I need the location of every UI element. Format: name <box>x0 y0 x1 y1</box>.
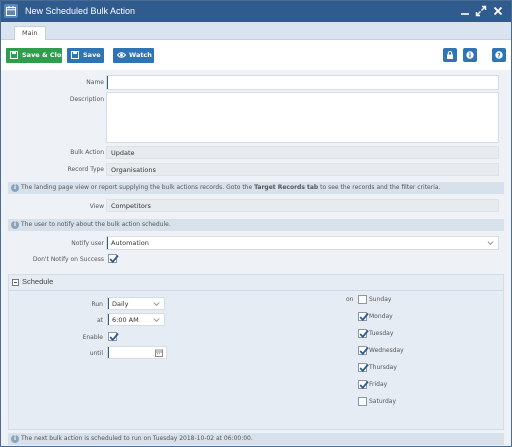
save-close-label: Save & Close <box>22 51 70 59</box>
tab-strip: Main <box>1 22 511 40</box>
lock-icon <box>447 51 453 59</box>
enable-checkbox[interactable] <box>108 332 119 342</box>
focus-indicator <box>108 347 109 358</box>
svg-text:?: ? <box>497 52 501 59</box>
chevron-down-icon <box>487 241 494 245</box>
record-type-value: Organisations <box>106 163 499 176</box>
landing-info-pre: The landing page view or report supplyin… <box>21 184 255 191</box>
save-label: Save <box>83 51 101 59</box>
schedule-header: Schedule <box>22 277 54 286</box>
info-icon: i <box>11 435 19 443</box>
at-label: at <box>96 317 103 324</box>
wednesday-checkbox[interactable] <box>358 346 369 356</box>
info-icon <box>466 51 474 59</box>
title-bar: New Scheduled Bulk Action <box>1 1 511 22</box>
check-icon <box>359 363 369 373</box>
save-icon <box>10 51 18 59</box>
monday-label: Monday <box>369 313 393 320</box>
thursday-label: Thursday <box>369 364 397 371</box>
notify-user-value: Automation <box>111 239 149 247</box>
tuesday-checkbox[interactable] <box>358 329 369 339</box>
notify-user-select[interactable]: Automation <box>106 236 499 250</box>
name-input[interactable] <box>106 75 499 90</box>
at-value: 6:00 AM <box>112 316 139 324</box>
next-run-text: The next bulk action is scheduled to run… <box>21 435 253 442</box>
help-button[interactable]: ? <box>492 48 506 62</box>
friday-label: Friday <box>369 381 388 388</box>
name-label: Name <box>86 79 104 86</box>
eye-icon <box>117 52 126 58</box>
dont-notify-label: Don't Notify on Success <box>32 256 104 263</box>
target-records-link[interactable]: Target Records tab <box>254 184 318 191</box>
section-divider <box>9 290 503 291</box>
minimize-icon[interactable] <box>459 5 471 17</box>
tuesday-label: Tuesday <box>369 330 394 337</box>
save-button[interactable]: Save <box>67 48 104 63</box>
lock-button[interactable] <box>443 48 457 62</box>
monday-checkbox[interactable] <box>358 312 369 322</box>
bulk-action-value: Update <box>106 146 499 159</box>
notify-user-label: Notify user <box>71 240 104 247</box>
calendar-icon <box>4 4 18 18</box>
focus-indicator <box>108 314 109 325</box>
enable-label: Enable <box>82 334 103 341</box>
run-value: Daily <box>112 300 129 308</box>
close-icon[interactable] <box>492 5 504 17</box>
description-label: Description <box>69 96 104 103</box>
chevron-down-icon <box>153 318 160 322</box>
check-icon <box>109 332 119 342</box>
check-icon <box>359 329 369 339</box>
toolbar: Save & Close Save Watch ? <box>1 40 511 70</box>
thursday-checkbox[interactable] <box>358 363 369 373</box>
focus-indicator <box>107 76 108 89</box>
save-close-button[interactable]: Save & Close <box>6 48 70 63</box>
landing-page-info: i The landing page view or report supply… <box>8 182 504 194</box>
saturday-checkbox[interactable] <box>358 397 367 406</box>
check-icon <box>359 312 369 322</box>
watch-button[interactable]: Watch <box>113 48 154 63</box>
notify-info-text: The user to notify about the bulk action… <box>21 221 171 228</box>
view-label: View <box>89 203 104 210</box>
until-date-input[interactable] <box>107 346 167 359</box>
info-icon: i <box>11 184 19 192</box>
tab-main[interactable]: Main <box>14 26 46 40</box>
check-icon <box>359 380 369 390</box>
until-label: until <box>89 350 103 357</box>
dont-notify-checkbox[interactable] <box>108 254 119 264</box>
bulk-action-label: Bulk Action <box>70 149 104 156</box>
save-icon <box>71 51 79 59</box>
schedule-section: Schedule Run Daily at 6:00 AM Enable unt… <box>8 274 504 430</box>
wednesday-label: Wednesday <box>369 347 404 354</box>
help-icon: ? <box>495 51 503 59</box>
check-icon <box>109 254 119 264</box>
landing-info-post: to see the records and the filter criter… <box>318 184 441 191</box>
friday-checkbox[interactable] <box>358 380 369 390</box>
run-label: Run <box>91 301 103 308</box>
next-run-info: i The next bulk action is scheduled to r… <box>8 433 504 445</box>
on-label: on <box>346 296 354 303</box>
info-icon: i <box>11 221 19 229</box>
time-select[interactable]: 6:00 AM <box>107 313 165 326</box>
record-type-label: Record Type <box>67 166 104 173</box>
focus-indicator <box>107 237 108 249</box>
bulk-action-window: New Scheduled Bulk Action Main Save & Cl… <box>0 0 512 447</box>
calendar-icon[interactable] <box>155 349 163 357</box>
saturday-label: Saturday <box>369 398 397 405</box>
window-title: New Scheduled Bulk Action <box>25 6 136 16</box>
watch-label: Watch <box>129 51 152 59</box>
collapse-icon[interactable] <box>12 279 19 286</box>
run-select[interactable]: Daily <box>107 297 165 310</box>
maximize-icon[interactable] <box>475 5 487 17</box>
view-value: Competitors <box>106 199 499 212</box>
focus-indicator <box>108 298 109 309</box>
notify-info: i The user to notify about the bulk acti… <box>8 219 504 231</box>
sunday-label: Sunday <box>369 296 392 303</box>
check-icon <box>359 346 369 356</box>
info-button[interactable] <box>463 48 477 62</box>
form-content: Name Description Bulk Action Update Reco… <box>1 70 511 446</box>
description-textarea[interactable] <box>106 92 499 143</box>
sunday-checkbox[interactable] <box>358 295 367 304</box>
chevron-down-icon <box>153 302 160 306</box>
